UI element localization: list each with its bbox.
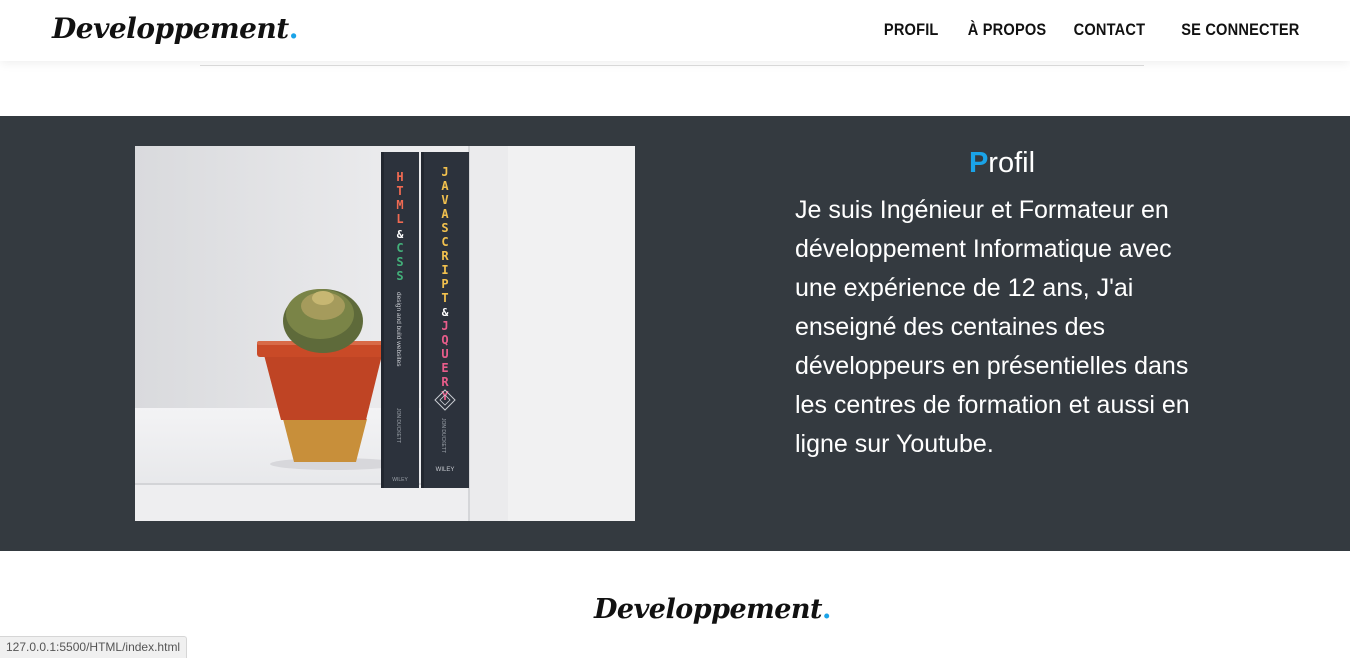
header-divider bbox=[200, 65, 1144, 66]
browser-status-bar: 127.0.0.1:5500/HTML/index.html bbox=[0, 636, 188, 658]
book2-author: JON DUCKETT bbox=[440, 418, 446, 453]
nav-link-contact[interactable]: CONTACT bbox=[1074, 20, 1146, 40]
profile-section: HTML & CSS design and build websites JON… bbox=[0, 116, 1350, 551]
book1-title2: CSS bbox=[396, 241, 403, 283]
book-html-css: HTML & CSS design and build websites JON… bbox=[381, 152, 419, 488]
logo-text: Developpement bbox=[52, 12, 289, 45]
footer-logo[interactable]: Developpement. bbox=[594, 594, 831, 625]
profile-title: Profil bbox=[795, 147, 1209, 180]
profile-title-rest: rofil bbox=[988, 147, 1036, 179]
profile-description: Je suis Ingénieur et Formateur en dévelo… bbox=[795, 196, 1190, 458]
book1-amp: & bbox=[397, 228, 404, 241]
cactus bbox=[283, 289, 363, 353]
footer-logo-text: Developpement bbox=[594, 594, 823, 625]
book1-title1: HTML bbox=[396, 170, 403, 226]
nav-link-profil[interactable]: PROFIL bbox=[884, 20, 939, 40]
profile-title-first-letter: P bbox=[968, 147, 989, 179]
site-logo[interactable]: Developpement. bbox=[52, 12, 298, 45]
shelf-divider bbox=[468, 146, 508, 521]
book2-amp: & bbox=[442, 306, 449, 319]
book2-publisher: WILEY bbox=[436, 467, 455, 473]
site-header: Developpement. PROFIL À PROPOS CONTACT S… bbox=[0, 0, 1350, 61]
footer-logo-dot: . bbox=[822, 594, 831, 625]
book1-publisher: WILEY bbox=[392, 477, 408, 483]
nav-link-se-connecter[interactable]: SE CONNECTER bbox=[1181, 20, 1299, 40]
profile-image: HTML & CSS design and build websites JON… bbox=[135, 146, 635, 521]
book1-subtitle: design and build websites bbox=[395, 292, 402, 367]
nav-link-a-propos[interactable]: À PROPOS bbox=[968, 20, 1047, 40]
main-nav: PROFIL À PROPOS CONTACT SE CONNECTER bbox=[875, 20, 1299, 40]
book2-title1: JAVASCRIPT bbox=[441, 165, 449, 305]
books-cactus-illustration: HTML & CSS design and build websites JON… bbox=[135, 146, 635, 521]
logo-dot: . bbox=[288, 12, 299, 45]
book-javascript-jquery: JAVASCRIPT & JQUERY JON DUCKETT WILEY bbox=[421, 152, 469, 488]
book1-author: JON DUCKETT bbox=[395, 408, 401, 443]
